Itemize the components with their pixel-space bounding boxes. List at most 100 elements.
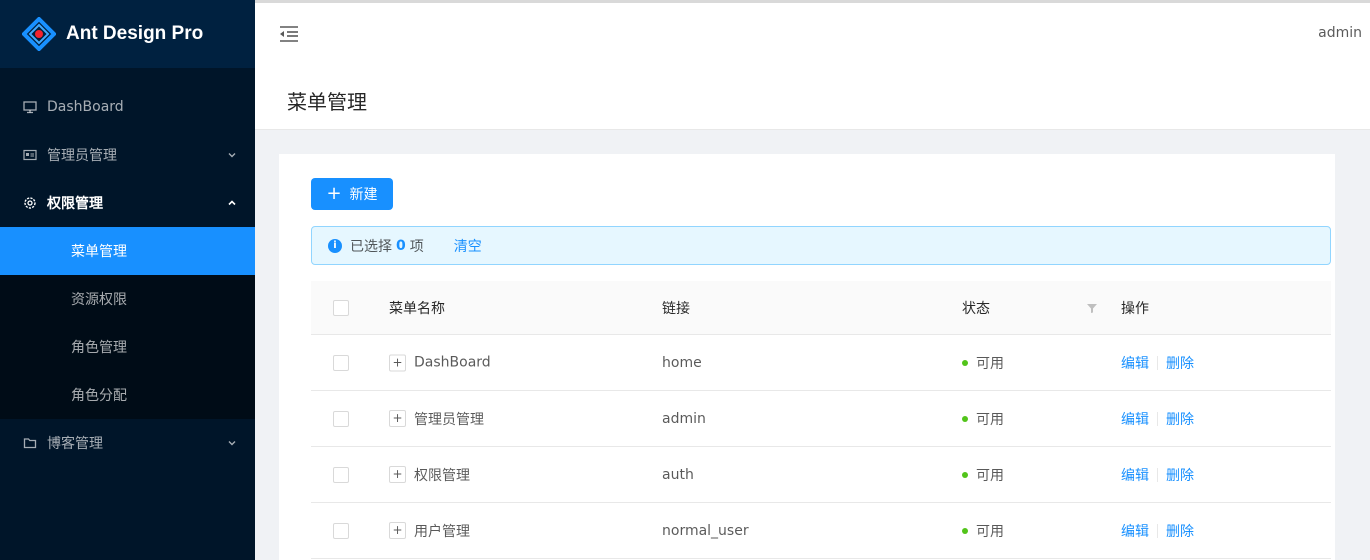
- top-header: admin: [255, 0, 1370, 68]
- row-link: home: [662, 354, 702, 371]
- sidebar-item-role-management[interactable]: 角色管理: [0, 323, 255, 371]
- delete-link[interactable]: 删除: [1166, 409, 1194, 429]
- row-name-cell: + DashBoard: [389, 354, 491, 371]
- sidebar-item-menu-management[interactable]: 菜单管理: [0, 227, 255, 275]
- status-dot: [962, 471, 968, 478]
- row-actions: 编辑 删除: [1121, 409, 1194, 429]
- row-checkbox[interactable]: [333, 522, 349, 539]
- status-text: 可用: [976, 411, 1004, 428]
- row-link: admin: [662, 410, 706, 427]
- setting-icon: [22, 195, 38, 211]
- status-dot: [962, 359, 968, 366]
- sidebar-item-label: 菜单管理: [71, 244, 127, 260]
- expand-icon[interactable]: +: [389, 522, 406, 539]
- clear-selection-link[interactable]: 清空: [454, 236, 482, 256]
- row-actions: 编辑 删除: [1121, 521, 1194, 541]
- table-header: 菜单名称 链接 状态 操作: [311, 281, 1331, 335]
- edit-link[interactable]: 编辑: [1121, 409, 1149, 429]
- row-status: 可用: [962, 521, 1004, 541]
- row-name: 管理员管理: [414, 411, 484, 428]
- selection-alert: i 已选择 0 项 清空: [311, 226, 1331, 265]
- info-circle-icon: i: [328, 238, 342, 253]
- delete-link[interactable]: 删除: [1166, 521, 1194, 541]
- chevron-down-icon: [228, 441, 236, 446]
- action-divider: [1157, 523, 1158, 538]
- logo[interactable]: Ant Design Pro: [0, 0, 255, 68]
- page-title: 菜单管理: [287, 90, 367, 114]
- status-text: 可用: [976, 523, 1004, 540]
- page-header: 菜单管理: [255, 68, 1370, 130]
- expand-icon[interactable]: +: [389, 354, 406, 371]
- column-header-status: 状态: [962, 300, 990, 317]
- selection-suffix: 项: [409, 238, 424, 255]
- table-row: + 管理员管理 admin 可用 编辑 删除: [311, 391, 1331, 447]
- selection-prefix: 已选择: [350, 238, 392, 255]
- sidebar-item-label: 管理员管理: [47, 148, 117, 164]
- table-row: + DashBoard home 可用 编辑 删除: [311, 335, 1331, 391]
- menu-fold-icon[interactable]: [279, 25, 299, 43]
- status-text: 可用: [976, 355, 1004, 372]
- row-name-cell: + 权限管理: [389, 465, 470, 485]
- sidebar: Ant Design Pro DashBoard 管理员管理 权限管理 菜单管理…: [0, 0, 255, 560]
- row-status: 可用: [962, 465, 1004, 485]
- new-button[interactable]: + 新建: [311, 178, 393, 210]
- status-dot: [962, 415, 968, 422]
- expand-icon[interactable]: +: [389, 466, 406, 483]
- sidebar-item-label: 博客管理: [47, 436, 103, 452]
- chevron-up-icon: [228, 200, 236, 206]
- row-checkbox[interactable]: [333, 410, 349, 427]
- sidebar-menu: DashBoard 管理员管理 权限管理 菜单管理 资源权限 角色管理 角色分配…: [0, 68, 255, 467]
- desktop-icon: [22, 99, 38, 115]
- filter-icon[interactable]: [1086, 302, 1098, 314]
- expand-icon[interactable]: +: [389, 410, 406, 427]
- row-checkbox[interactable]: [333, 354, 349, 371]
- sidebar-item-role-assignment[interactable]: 角色分配: [0, 371, 255, 419]
- sidebar-item-label: 角色管理: [71, 340, 127, 356]
- edit-link[interactable]: 编辑: [1121, 465, 1149, 485]
- sidebar-item-label: 角色分配: [71, 388, 127, 404]
- status-dot: [962, 527, 968, 534]
- row-name-cell: + 用户管理: [389, 521, 470, 541]
- sidebar-item-auth[interactable]: 权限管理: [0, 179, 255, 227]
- row-status: 可用: [962, 409, 1004, 429]
- new-button-label: 新建: [349, 187, 378, 203]
- action-divider: [1157, 467, 1158, 482]
- sidebar-item-label: 权限管理: [47, 196, 103, 212]
- delete-link[interactable]: 删除: [1166, 465, 1194, 485]
- sidebar-item-admin[interactable]: 管理员管理: [0, 131, 255, 179]
- delete-link[interactable]: 删除: [1166, 353, 1194, 373]
- plus-icon: +: [326, 183, 342, 204]
- ant-design-logo-icon: [22, 17, 56, 51]
- folder-icon: [22, 435, 38, 451]
- edit-link[interactable]: 编辑: [1121, 353, 1149, 373]
- row-status: 可用: [962, 353, 1004, 373]
- select-all-checkbox[interactable]: [333, 299, 349, 316]
- table-row: + 权限管理 auth 可用 编辑 删除: [311, 447, 1331, 503]
- user-menu[interactable]: admin: [1318, 25, 1362, 41]
- row-name-cell: + 管理员管理: [389, 409, 484, 429]
- selection-count: 0: [396, 237, 406, 254]
- sidebar-item-label: DashBoard: [47, 99, 124, 115]
- idcard-icon: [22, 147, 38, 163]
- app-title: Ant Design Pro: [66, 23, 204, 44]
- column-header-name: 菜单名称: [389, 300, 445, 317]
- row-checkbox[interactable]: [333, 466, 349, 483]
- status-text: 可用: [976, 467, 1004, 484]
- row-link: normal_user: [662, 522, 749, 539]
- sidebar-submenu-auth: 菜单管理 资源权限 角色管理 角色分配: [0, 227, 255, 419]
- action-divider: [1157, 355, 1158, 370]
- edit-link[interactable]: 编辑: [1121, 521, 1149, 541]
- menu-table: 菜单名称 链接 状态 操作 + DashBoard home 可用 编辑 删除: [311, 281, 1331, 559]
- sidebar-item-label: 资源权限: [71, 292, 127, 308]
- row-actions: 编辑 删除: [1121, 465, 1194, 485]
- column-header-actions: 操作: [1121, 300, 1149, 317]
- row-name: DashBoard: [414, 354, 491, 371]
- row-link: auth: [662, 466, 694, 483]
- sidebar-item-resource-permission[interactable]: 资源权限: [0, 275, 255, 323]
- content-card: + 新建 i 已选择 0 项 清空 菜单名称 链接 状态 操作 + DashBo…: [279, 154, 1335, 560]
- sidebar-item-dashboard[interactable]: DashBoard: [0, 83, 255, 131]
- row-name: 权限管理: [414, 467, 470, 484]
- sidebar-item-blog[interactable]: 博客管理: [0, 419, 255, 467]
- chevron-down-icon: [228, 153, 236, 158]
- column-header-link: 链接: [662, 300, 690, 317]
